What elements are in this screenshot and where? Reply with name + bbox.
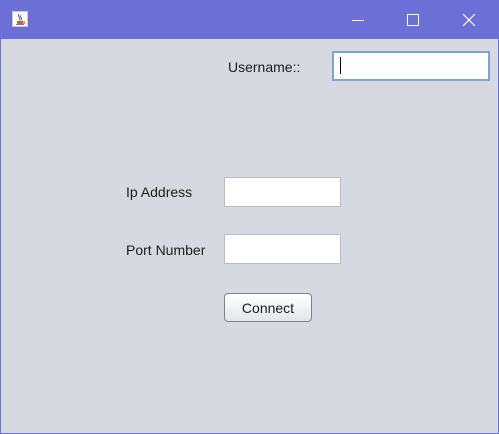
close-icon	[462, 13, 476, 27]
close-button[interactable]	[446, 1, 492, 39]
port-number-label: Port Number	[126, 242, 206, 258]
maximize-button[interactable]	[390, 1, 436, 39]
ip-address-input[interactable]	[224, 177, 341, 207]
username-label: Username::	[228, 59, 301, 75]
connect-button[interactable]: Connect	[224, 293, 312, 322]
username-input[interactable]	[332, 51, 490, 81]
maximize-icon	[407, 14, 419, 26]
port-number-input[interactable]	[224, 234, 341, 264]
minimize-icon	[352, 14, 364, 26]
title-bar[interactable]	[1, 1, 498, 39]
app-window: Username:: Ip Address Port Number Connec…	[0, 0, 499, 434]
ip-address-label: Ip Address	[126, 184, 193, 200]
minimize-button[interactable]	[335, 1, 381, 39]
java-cup-icon[interactable]	[12, 11, 28, 27]
text-caret	[340, 57, 341, 74]
